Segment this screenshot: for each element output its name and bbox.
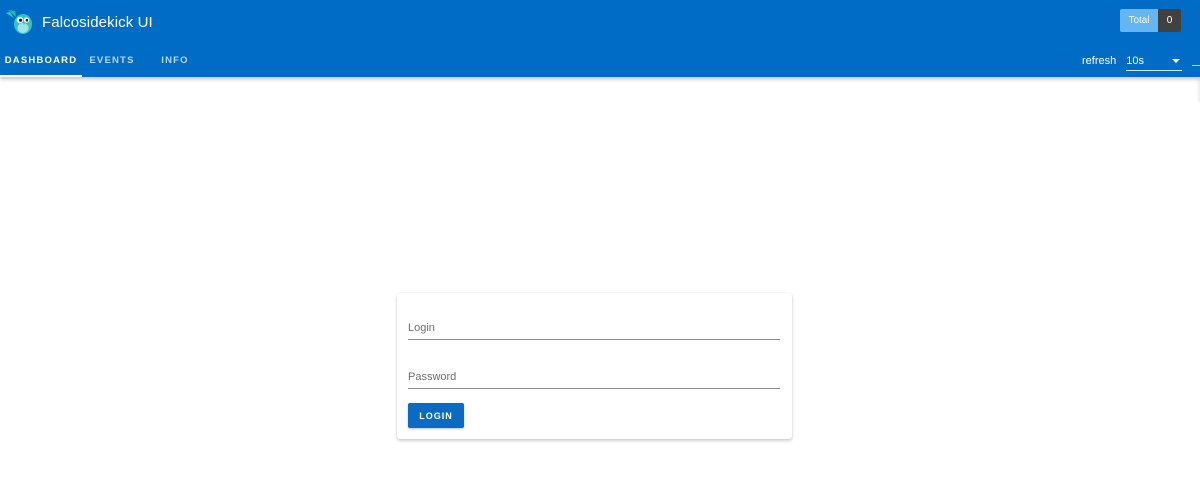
app-bar: Falcosidekick UI Total 0 DASHBOARD EVENT… (0, 0, 1200, 77)
scrollbar-edge (1192, 65, 1200, 66)
refresh-control: refresh 10s (1082, 52, 1183, 71)
refresh-interval-value: 10s (1126, 54, 1144, 67)
password-field (408, 366, 780, 389)
page: Falcosidekick UI Total 0 DASHBOARD EVENT… (0, 0, 1200, 489)
tab-events[interactable]: EVENTS (82, 44, 142, 77)
login-field (408, 317, 780, 340)
tab-dashboard[interactable]: DASHBOARD (0, 44, 82, 77)
login-button[interactable]: LOGIN (408, 403, 464, 428)
nav-tabs: DASHBOARD EVENTS INFO (0, 44, 208, 77)
falco-mascot-icon (6, 10, 32, 34)
total-count: 0 (1158, 9, 1181, 32)
tab-info[interactable]: INFO (142, 44, 208, 77)
refresh-interval-select[interactable]: 10s (1126, 52, 1183, 71)
scrollbar-shadow (1196, 77, 1200, 102)
total-badge: Total 0 (1120, 9, 1181, 32)
password-input[interactable] (408, 366, 780, 388)
caret-down-icon (1172, 58, 1181, 63)
app-title: Falcosidekick UI (42, 13, 153, 31)
brand: Falcosidekick UI (4, 9, 153, 35)
refresh-label: refresh (1082, 55, 1117, 67)
total-label: Total (1120, 9, 1158, 32)
login-input[interactable] (408, 317, 780, 339)
